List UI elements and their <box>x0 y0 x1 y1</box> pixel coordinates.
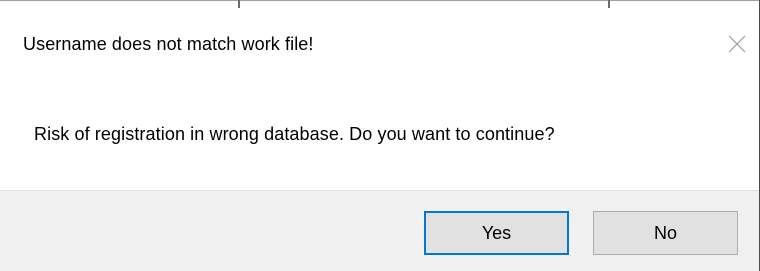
message-dialog: Username does not match work file! Risk … <box>0 0 760 271</box>
edge-marker <box>608 0 610 8</box>
dialog-message: Risk of registration in wrong database. … <box>34 124 555 144</box>
yes-button[interactable]: Yes <box>424 211 569 255</box>
edge-marker <box>238 0 240 8</box>
no-button[interactable]: No <box>593 211 738 255</box>
dialog-title: Username does not match work file! <box>23 34 314 54</box>
close-button[interactable] <box>721 28 753 60</box>
dialog-button-bar: Yes No <box>0 190 759 271</box>
window-top-edge <box>0 0 759 8</box>
close-icon <box>728 35 746 53</box>
